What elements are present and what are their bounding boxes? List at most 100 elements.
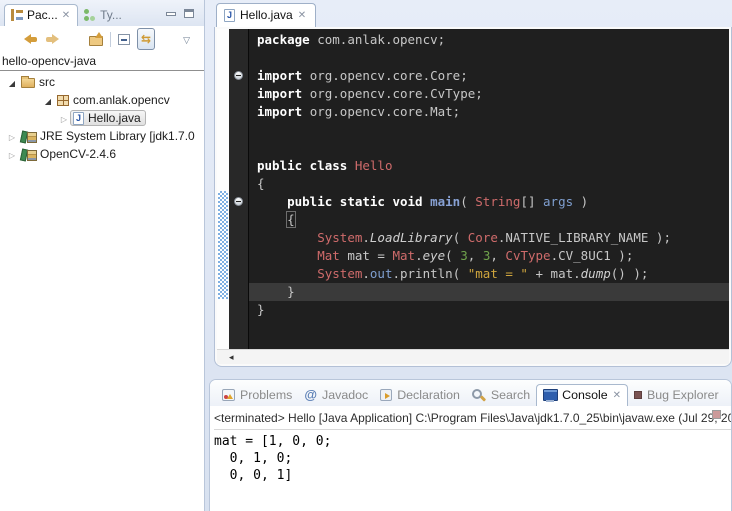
code-token: + mat. (528, 266, 581, 281)
code-token: Core (468, 230, 498, 245)
code-token (257, 230, 317, 245)
package-explorer-view: Pac... Ty... hello-opencv-java src com.an… (0, 0, 205, 511)
code-token: .CV_8UC1 ); (551, 248, 634, 263)
code-token: com.anlak.opencv; (317, 32, 445, 47)
back-icon[interactable] (24, 34, 38, 45)
type-hierarchy-icon (84, 9, 96, 21)
code-token: String (475, 194, 520, 209)
code-line[interactable]: import org.opencv.core.CvType; (249, 85, 729, 103)
project-root[interactable]: hello-opencv-java (0, 52, 204, 71)
close-icon[interactable] (613, 390, 621, 401)
fold-collapse-icon[interactable] (234, 71, 243, 80)
code-line[interactable]: public static void main( String[] args ) (249, 193, 729, 211)
code-line[interactable] (249, 49, 729, 67)
tab-declaration[interactable]: Declaration (374, 385, 466, 406)
code-token: "mat = " (468, 266, 528, 281)
forward-icon[interactable] (45, 34, 59, 45)
code-line[interactable]: System.LoadLibrary( Core.NATIVE_LIBRARY_… (249, 229, 729, 247)
code-token: .println( (392, 266, 467, 281)
tree-item-label: Hello.java (88, 111, 141, 125)
view-menu-icon[interactable] (183, 30, 190, 48)
go-up-icon[interactable] (88, 33, 103, 46)
maximize-icon[interactable] (184, 9, 194, 18)
tree-item-body[interactable]: com.anlak.opencv (54, 92, 175, 108)
tree-item-body[interactable]: OpenCV-2.4.6 (18, 146, 121, 162)
code-token: . (415, 248, 423, 263)
code-line[interactable]: Mat mat = Mat.eye( 3, 3, CvType.CV_8UC1 … (249, 247, 729, 265)
code-line[interactable]: import org.opencv.core.Mat; (249, 103, 729, 121)
code-token (257, 248, 317, 263)
code-line[interactable]: { (249, 211, 729, 229)
declaration-icon (380, 389, 392, 401)
code-line[interactable]: System.out.println( "mat = " + mat.dump(… (249, 265, 729, 283)
code-token: org.opencv.core.Mat; (310, 104, 461, 119)
close-icon[interactable] (298, 10, 306, 21)
close-icon[interactable] (62, 10, 70, 21)
code-token: () ); (611, 266, 649, 281)
code-token: Mat (317, 248, 340, 263)
expand-arrow-icon[interactable] (6, 147, 18, 161)
console-output[interactable]: mat = [1, 0, 0; 0, 1, 0; 0, 0, 1] (214, 433, 731, 484)
java-file-icon (224, 9, 235, 22)
tree-item-label: src (39, 75, 55, 89)
code-line[interactable]: } (249, 301, 729, 319)
tab-label: Ty... (100, 8, 122, 22)
tab-javadoc[interactable]: Javadoc (298, 384, 374, 406)
terminate-icon[interactable] (712, 410, 721, 419)
code-token: CvType (505, 248, 550, 263)
code-token: out (370, 266, 393, 281)
tree-item-com[interactable]: com.anlak.opencv (0, 91, 204, 109)
tree-item-body[interactable]: JRE System Library [jdk1.7.0 (18, 128, 200, 144)
code-token: package (257, 32, 317, 47)
tree-item-opencv-2[interactable]: OpenCV-2.4.6 (0, 145, 204, 163)
collapse-arrow-icon[interactable] (6, 75, 18, 89)
code-token: . (362, 266, 370, 281)
source-folder-icon (21, 78, 35, 88)
code-token: ) (573, 194, 588, 209)
sidebar-tabbar: Pac... Ty... (0, 0, 204, 26)
tab-hello-java[interactable]: Hello.java (216, 3, 316, 27)
code-line[interactable]: { (249, 175, 729, 193)
tab-label: Javadoc (322, 388, 368, 402)
tab-problems[interactable]: Problems (216, 385, 298, 406)
code-line[interactable]: public class Hello (249, 157, 729, 175)
code-token (257, 212, 287, 227)
folding-ruler[interactable] (229, 29, 249, 349)
expand-arrow-icon[interactable] (6, 129, 18, 143)
scroll-left-icon[interactable] (229, 352, 234, 363)
collapse-all-icon[interactable] (118, 34, 130, 45)
horizontal-scrollbar[interactable] (217, 349, 729, 364)
tab-bug-explorer[interactable]: Bug Explorer (628, 385, 725, 406)
code-token: public class (257, 158, 355, 173)
console-line: 0, 0, 1] (214, 467, 731, 484)
project-tree: src com.anlak.opencv Hello.java JRE System … (0, 71, 204, 163)
tree-item-hello[interactable]: Hello.java (0, 109, 204, 127)
code-token (257, 266, 317, 281)
code-line[interactable]: package com.anlak.opencv; (249, 31, 729, 49)
code-line[interactable]: } (249, 283, 729, 301)
link-with-editor-button[interactable] (137, 28, 155, 50)
console-line: mat = [1, 0, 0; (214, 433, 731, 450)
tab-console[interactable]: Console (536, 384, 628, 406)
tab-search[interactable]: Search (466, 385, 536, 406)
code-line[interactable]: import org.opencv.core.Core; (249, 67, 729, 85)
tree-item-src[interactable]: src (0, 73, 204, 91)
tree-item-jre[interactable]: JRE System Library [jdk1.7.0 (0, 127, 204, 145)
code-line[interactable] (249, 121, 729, 139)
editor-tabbar: Hello.java (214, 0, 732, 27)
fold-collapse-icon[interactable] (234, 197, 243, 206)
tree-item-body[interactable]: Hello.java (70, 110, 146, 126)
console-divider (214, 429, 731, 430)
tab-type-hierarchy[interactable]: Ty... (78, 5, 129, 26)
code-token: main (430, 194, 460, 209)
code-token (257, 194, 287, 209)
minimize-icon[interactable] (166, 12, 176, 16)
tab-bug[interactable]: Bug (725, 385, 731, 406)
collapse-arrow-icon[interactable] (42, 93, 54, 107)
tab-package-explorer[interactable]: Pac... (4, 4, 78, 26)
tree-item-body[interactable]: src (18, 74, 60, 90)
expand-arrow-icon[interactable] (58, 111, 70, 125)
range-indicator-ruler[interactable] (217, 29, 229, 349)
code-editor[interactable]: package com.anlak.opencv; import org.open… (249, 29, 729, 349)
code-line[interactable] (249, 139, 729, 157)
